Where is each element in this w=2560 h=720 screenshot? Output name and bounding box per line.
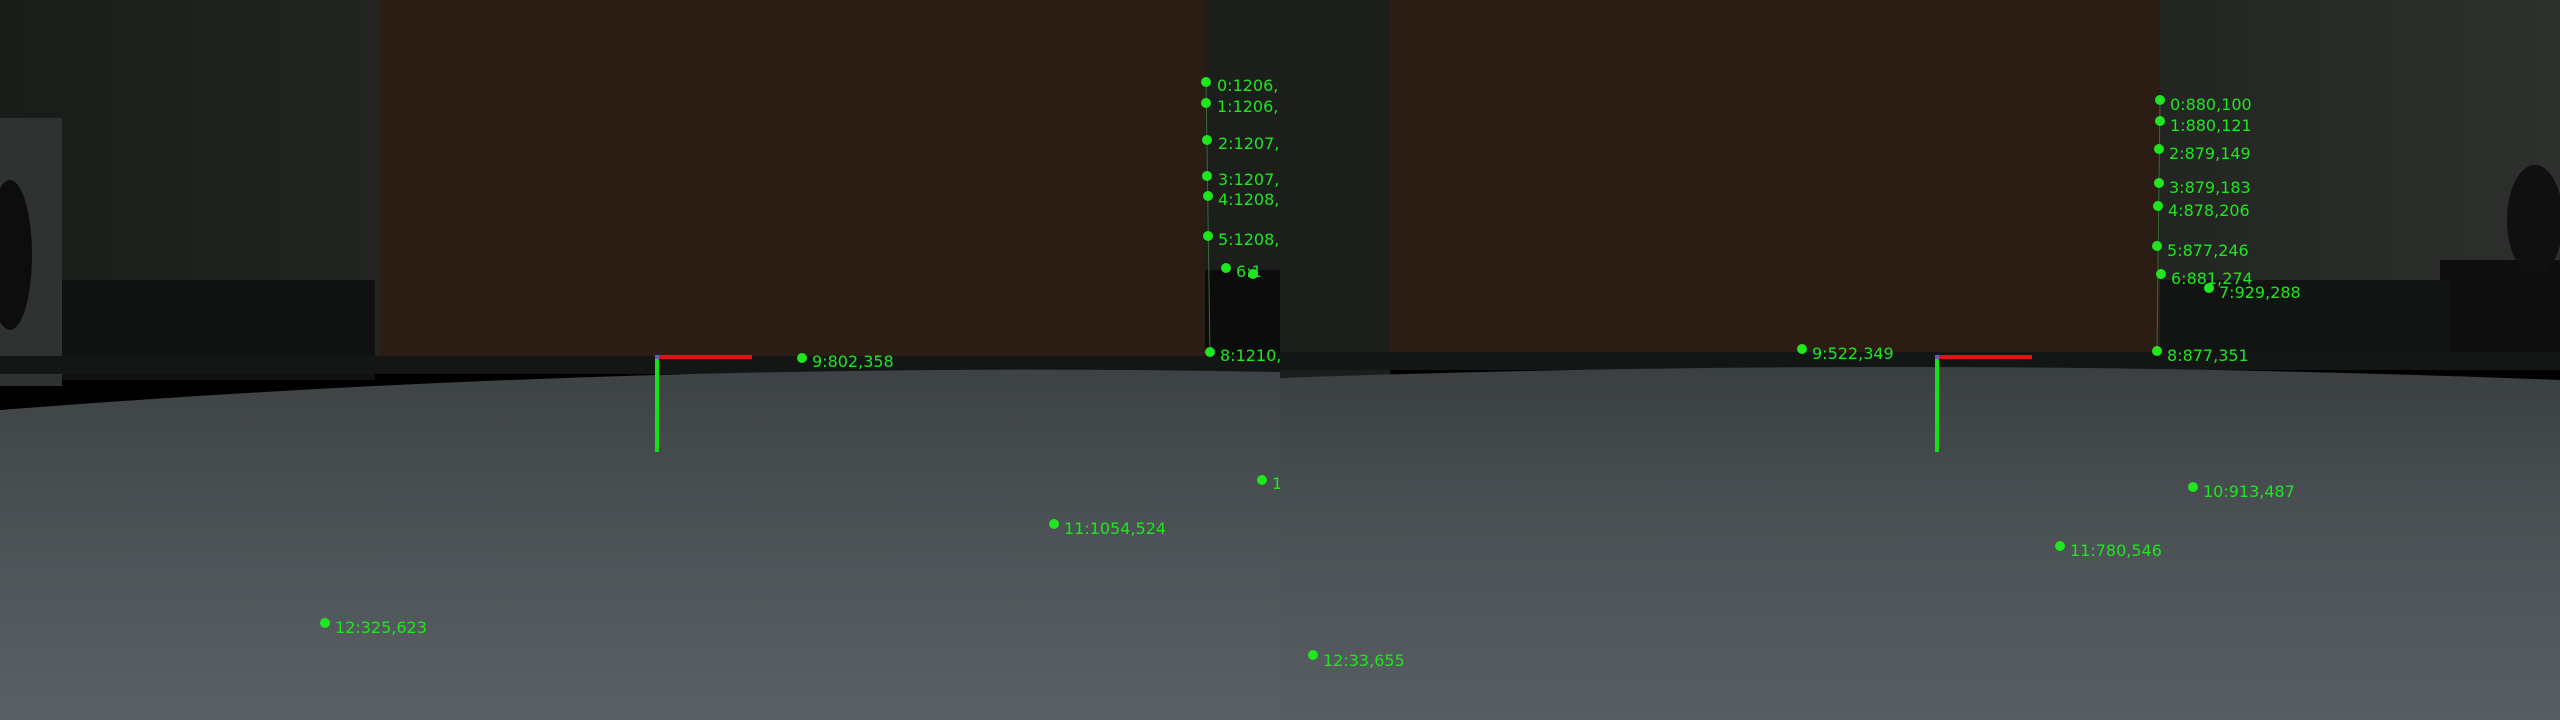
svg-text:9:522,349: 9:522,349 [1812,344,1894,363]
right-keypoint-2: 2:879,149 [2154,144,2251,163]
left-axis-origin [655,355,659,359]
svg-text:8:877,351: 8:877,351 [2167,346,2249,365]
left-keypoint-overlay: 0:1206, 1:1206, 2:1207, 3:1207, 4:1208, … [320,76,1280,637]
svg-text:0:1206,: 0:1206, [1217,76,1278,95]
svg-text:1: 1 [1272,474,1280,493]
svg-text:0:880,100: 0:880,100 [2170,95,2252,114]
svg-text:7:929,288: 7:929,288 [2219,283,2301,302]
right-camera-view: 0:880,100 1:880,121 2:879,149 3:879,183 … [1280,0,2560,720]
right-keypoint-1: 1:880,121 [2155,116,2252,135]
left-keypoint-11: 11:1054,524 [1049,519,1166,538]
left-keypoint-8: 8:1210, [1205,346,1280,365]
svg-text:2:879,149: 2:879,149 [2169,144,2251,163]
svg-text:8:1210,: 8:1210, [1220,346,1280,365]
left-keypoint-9: 9:802,358 [797,352,894,371]
right-keypoint-9: 9:522,349 [1797,344,1894,363]
svg-text:1:880,121: 1:880,121 [2170,116,2252,135]
svg-text:1:1206,: 1:1206, [1217,97,1278,116]
right-keypoint-12: 12:33,655 [1308,650,1405,670]
svg-text:9:802,358: 9:802,358 [812,352,894,371]
right-keypoint-overlay: 0:880,100 1:880,121 2:879,149 3:879,183 … [1308,95,2301,670]
left-keypoint-0: 0:1206, [1201,76,1278,95]
left-keypoint-7 [1248,269,1258,279]
svg-text:5:1208,: 5:1208, [1218,230,1279,249]
left-keypoint-3: 3:1207, [1202,170,1279,189]
left-keypoint-2: 2:1207, [1202,134,1279,153]
right-keypoint-7: 7:929,288 [2204,283,2301,302]
svg-text:12:33,655: 12:33,655 [1323,651,1405,670]
right-keypoint-11: 11:780,546 [2055,541,2162,560]
svg-text:2:1207,: 2:1207, [1218,134,1279,153]
left-camera-view: 0:1206, 1:1206, 2:1207, 3:1207, 4:1208, … [0,0,1280,720]
svg-text:11:780,546: 11:780,546 [2070,541,2162,560]
svg-text:3:1207,: 3:1207, [1218,170,1279,189]
right-keypoint-4: 4:878,206 [2153,201,2250,220]
left-keypoint-10: 1 [1257,474,1280,493]
right-keypoint-chain-line [2156,99,2161,352]
right-keypoint-8: 8:877,351 [2152,346,2249,365]
left-keypoint-1: 1:1206, [1201,97,1278,116]
svg-text:3:879,183: 3:879,183 [2169,178,2251,197]
right-axis-origin [1935,355,1939,359]
left-keypoint-chain-line [1205,81,1211,353]
svg-text:4:878,206: 4:878,206 [2168,201,2250,220]
svg-text:4:1208,: 4:1208, [1218,190,1279,209]
right-keypoint-10: 10:913,487 [2188,482,2295,501]
right-keypoint-5: 5:877,246 [2152,241,2249,260]
svg-text:11:1054,524: 11:1054,524 [1064,519,1166,538]
svg-text:5:877,246: 5:877,246 [2167,241,2249,260]
svg-text:12:325,623: 12:325,623 [335,618,427,637]
svg-text:10:913,487: 10:913,487 [2203,482,2295,501]
left-keypoint-5: 5:1208, [1203,230,1279,249]
left-keypoint-12: 12:325,623 [320,618,427,637]
right-keypoint-0: 0:880,100 [2155,95,2252,114]
left-keypoint-4: 4:1208, [1203,190,1279,209]
right-keypoint-3: 3:879,183 [2154,178,2251,197]
